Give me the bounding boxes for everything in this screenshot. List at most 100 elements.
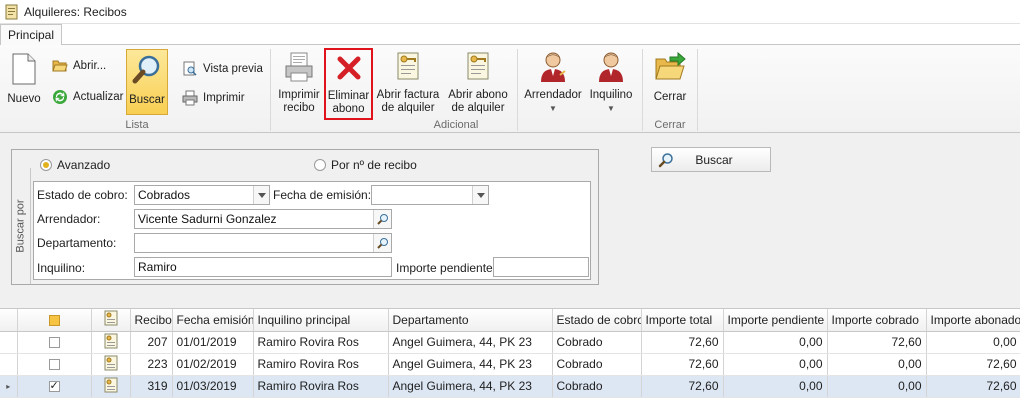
- window-title: Alquileres: Recibos: [24, 4, 127, 19]
- abrir-factura-label-1: Abrir factura: [376, 89, 440, 101]
- row-indicator[interactable]: ▸: [0, 375, 18, 398]
- column-header-importe-total[interactable]: Importe total: [641, 309, 724, 332]
- nuevo-button[interactable]: Nuevo: [6, 53, 42, 106]
- buscar-button[interactable]: Buscar: [651, 147, 771, 172]
- tab-principal[interactable]: Principal: [0, 24, 62, 45]
- cell-departamento: Angel Guimera, 44, PK 23: [388, 353, 553, 376]
- column-header-recibo[interactable]: Recibo: [130, 309, 173, 332]
- radio-indicator: [314, 159, 326, 171]
- estado-label: Estado de cobro:: [37, 188, 128, 202]
- cell-importe-pendiente: 0,00: [723, 375, 828, 398]
- arrendador-field-value: Vicente Sadurni Gonzalez: [138, 212, 277, 226]
- row-checkbox[interactable]: [17, 375, 92, 398]
- receipt-document-icon[interactable]: [91, 375, 131, 398]
- imprimir-recibo-button[interactable]: Imprimir recibo: [276, 51, 322, 115]
- inquilino-label: Inquilino: [589, 89, 633, 101]
- abrir-factura-button[interactable]: Abrir factura de alquiler: [375, 51, 441, 115]
- ribbon-separator: [642, 49, 643, 131]
- chevron-down-icon: ▼: [549, 104, 557, 113]
- cell-importe-total: 72,60: [641, 353, 724, 376]
- search-icon[interactable]: [373, 234, 391, 252]
- column-header-fecha[interactable]: Fecha emisión: [172, 309, 254, 332]
- chevron-down-icon[interactable]: [472, 186, 488, 204]
- fecha-label: Fecha de emisión:: [273, 188, 372, 202]
- cell-inquilino: Ramiro Rovira Ros: [253, 353, 389, 376]
- radio-avanzado-label: Avanzado: [57, 158, 111, 172]
- ribbon-separator: [697, 49, 698, 131]
- buscar-ribbon-label: Buscar: [129, 94, 165, 106]
- abrir-abono-label-1: Abrir abono: [448, 89, 508, 101]
- cell-estado: Cobrado: [552, 331, 642, 354]
- importe-pendiente-field[interactable]: [493, 257, 589, 277]
- actualizar-button[interactable]: Actualizar: [52, 89, 124, 105]
- group-label-lista: Lista: [125, 119, 149, 131]
- cell-fecha: 01/02/2019: [172, 353, 254, 376]
- magnifier-icon: [132, 55, 160, 84]
- abrir-factura-label-2: de alquiler: [381, 102, 435, 114]
- receipt-document-icon[interactable]: [91, 331, 131, 354]
- select-all-checkbox[interactable]: [17, 309, 92, 332]
- column-header-estado[interactable]: Estado de cobro: [552, 309, 642, 332]
- landlord-person-icon: [541, 52, 566, 82]
- cell-recibo: 319: [130, 375, 173, 398]
- buscar-ribbon-button[interactable]: Buscar: [126, 49, 168, 115]
- departamento-field[interactable]: [134, 233, 392, 253]
- actualizar-label: Actualizar: [73, 91, 124, 103]
- buscar-por-label: Buscar por: [11, 168, 31, 284]
- inquilino-field[interactable]: Ramiro: [134, 257, 392, 277]
- cell-importe-abonado: 0,00: [926, 331, 1020, 354]
- table-row[interactable]: 207 01/01/2019 Ramiro Rovira Ros Angel Guim…: [0, 331, 1020, 354]
- open-folder-icon: [52, 60, 68, 72]
- cell-importe-total: 72,60: [641, 375, 724, 398]
- cell-departamento: Angel Guimera, 44, PK 23: [388, 331, 553, 354]
- departamento-label: Departamento:: [37, 236, 117, 250]
- recibos-grid: Recibo Fecha emisión Inquilino principal…: [0, 308, 1020, 404]
- vista-previa-button[interactable]: Vista previa: [182, 61, 263, 77]
- nuevo-label: Nuevo: [7, 93, 41, 105]
- row-indicator-header: [0, 309, 18, 332]
- cell-recibo: 207: [130, 331, 173, 354]
- cell-importe-pendiente: 0,00: [723, 353, 828, 376]
- invoice-keys-icon: [397, 52, 419, 80]
- document-type-header-icon: [91, 309, 131, 332]
- receipt-document-icon[interactable]: [91, 353, 131, 376]
- abrir-button[interactable]: Abrir...: [52, 59, 106, 73]
- search-icon[interactable]: [373, 210, 391, 228]
- ribbon: Nuevo Abrir... Actualizar Buscar Vista p…: [0, 44, 1020, 133]
- row-checkbox[interactable]: [17, 331, 92, 354]
- cell-importe-abonado: 72,60: [926, 353, 1020, 376]
- table-row[interactable]: ▸ 31901/03/2019Ramiro Rovira RosAngel Gui…: [0, 375, 1020, 398]
- exit-folder-icon: [655, 51, 686, 80]
- buscar-button-label: Buscar: [695, 152, 733, 167]
- row-indicator[interactable]: [0, 331, 18, 354]
- table-row[interactable]: 223 01/02/2019 Ramiro Rovira Ros Angel Guim…: [0, 353, 1020, 376]
- eliminar-abono-label-2: abono: [332, 103, 365, 115]
- radio-selected-indicator: [40, 159, 52, 171]
- row-indicator[interactable]: [0, 353, 18, 376]
- chevron-down-icon[interactable]: [253, 186, 269, 204]
- column-header-inquilino[interactable]: Inquilino principal: [253, 309, 389, 332]
- column-header-importe-pendiente[interactable]: Importe pendiente: [723, 309, 828, 332]
- cell-importe-cobrado: 0,00: [827, 375, 927, 398]
- row-checkbox[interactable]: [17, 353, 92, 376]
- eliminar-abono-button[interactable]: Eliminar abono: [324, 48, 373, 120]
- column-header-importe-abonado[interactable]: Importe abonado: [926, 309, 1020, 332]
- inquilino-dropdown-button[interactable]: Inquilino ▼: [588, 51, 634, 115]
- radio-avanzado[interactable]: Avanzado: [40, 158, 110, 172]
- cell-importe-pendiente: 0,00: [723, 331, 828, 354]
- imprimir-button[interactable]: Imprimir: [182, 90, 245, 106]
- arrendador-field[interactable]: Vicente Sadurni Gonzalez: [134, 209, 392, 229]
- abrir-abono-button[interactable]: Abrir abono de alquiler: [445, 51, 511, 115]
- group-label-cerrar: Cerrar: [654, 119, 686, 131]
- column-header-departamento[interactable]: Departamento: [388, 309, 553, 332]
- cell-fecha: 01/03/2019: [172, 375, 254, 398]
- estado-select[interactable]: Cobrados: [134, 185, 270, 205]
- arrendador-dropdown-button[interactable]: Arrendador ▼: [522, 51, 584, 115]
- column-header-importe-cobrado[interactable]: Importe cobrado: [827, 309, 927, 332]
- cerrar-button[interactable]: Cerrar: [648, 51, 692, 104]
- arrendador-label: Arrendador: [524, 89, 582, 101]
- imprimir-recibo-label-2: recibo: [283, 102, 315, 114]
- cerrar-label: Cerrar: [653, 91, 687, 103]
- radio-por-recibo[interactable]: Por nº de recibo: [314, 158, 417, 172]
- fecha-select[interactable]: [371, 185, 489, 205]
